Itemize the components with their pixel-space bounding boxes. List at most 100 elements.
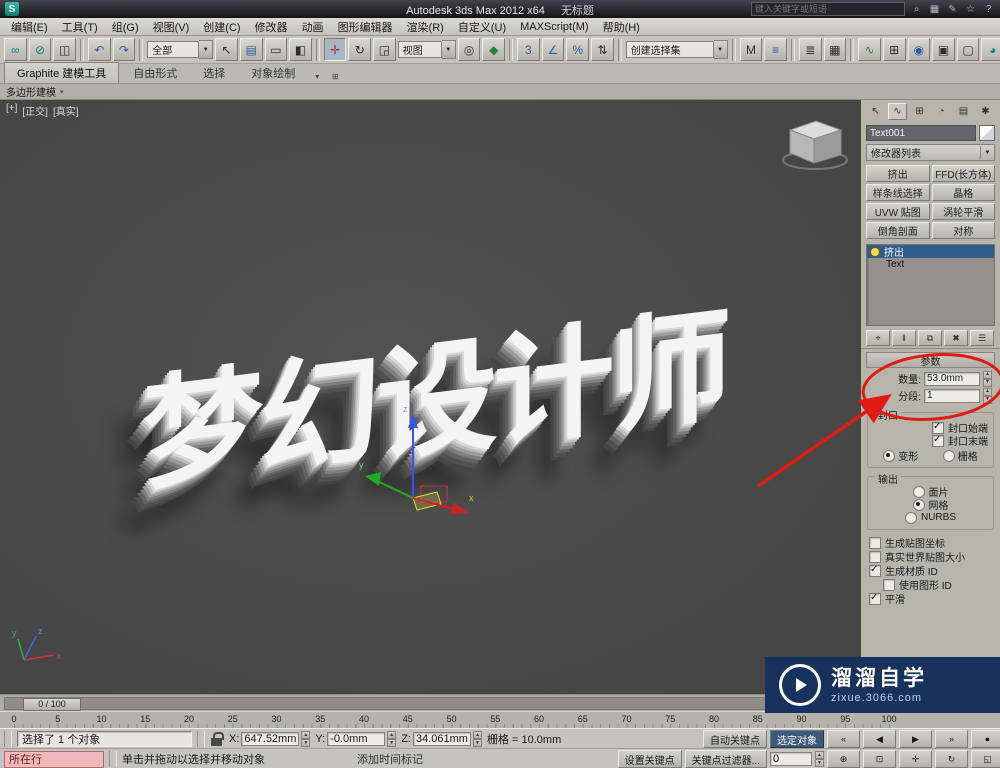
frame-back-icon[interactable]: ◀ xyxy=(863,730,896,748)
viewport-pov-menu[interactable]: [正交] xyxy=(22,103,48,118)
object-name-field[interactable]: Text001 xyxy=(866,125,976,141)
play-icon[interactable]: ▶ xyxy=(899,730,932,748)
modifier-button-extrude[interactable]: 挤出 xyxy=(866,165,930,182)
show-end-result-icon[interactable]: ‖ xyxy=(892,330,916,346)
layer-manager-icon[interactable]: ≣ xyxy=(799,38,822,61)
key-target-dropdown[interactable]: 选定对象 xyxy=(770,730,824,748)
next-key-icon[interactable]: » xyxy=(935,730,968,748)
chevron-down-icon[interactable]: ▾ xyxy=(60,88,64,96)
x-spinner[interactable]: ▲▼ xyxy=(301,731,310,747)
selection-lock-icon[interactable] xyxy=(210,731,224,747)
tab-hierarchy-icon[interactable]: ⊞ xyxy=(910,103,929,120)
tab-selection[interactable]: 选择 xyxy=(191,63,237,83)
zoom-icon[interactable]: ⊕ xyxy=(827,750,860,768)
tab-graphite-modeling[interactable]: Graphite 建模工具 xyxy=(4,62,119,83)
mirror-icon[interactable]: M xyxy=(740,38,763,61)
x-coordinate-field[interactable]: 647.52mm xyxy=(241,732,299,746)
key-filters-button[interactable]: 关键点过滤器... xyxy=(685,750,767,768)
menu-maxscript[interactable]: MAXScript(M) xyxy=(513,20,595,34)
unlink-selection-icon[interactable]: ⊘ xyxy=(29,38,52,61)
help-icon[interactable]: ? xyxy=(982,3,995,16)
select-and-link-icon[interactable]: ∞ xyxy=(4,38,27,61)
menu-views[interactable]: 视图(V) xyxy=(146,18,197,36)
key-mode-icon[interactable]: ● xyxy=(971,730,1000,748)
tab-motion-icon[interactable]: ◔ xyxy=(932,103,951,120)
modifier-button-uvw-map[interactable]: UVW 贴图 xyxy=(866,203,930,220)
modifier-button-bevel-profile[interactable]: 倒角剖面 xyxy=(866,222,930,239)
select-object-icon[interactable]: ↖ xyxy=(215,38,238,61)
tab-modify-icon[interactable]: ∿ xyxy=(888,103,907,120)
modifier-enabled-bulb-icon[interactable] xyxy=(870,247,880,257)
tab-object-paint[interactable]: 对象绘制 xyxy=(239,63,307,83)
viewport[interactable]: [+] [正交] [真实] 梦幻设计师 x y z x y z xyxy=(0,100,862,694)
chevron-down-icon[interactable]: ▼ xyxy=(199,40,213,59)
modifier-button-spline-select[interactable]: 样条线选择 xyxy=(866,184,930,201)
z-coordinate-field[interactable]: 34.061mm xyxy=(413,732,471,746)
menu-rendering[interactable]: 渲染(R) xyxy=(400,18,451,36)
redo-icon[interactable]: ↷ xyxy=(113,38,136,61)
viewport-general-menu[interactable]: [+] xyxy=(6,103,17,118)
selection-filter-dropdown[interactable]: 全部 ▼ xyxy=(147,41,213,58)
modifier-list-dropdown[interactable]: 修改器列表 ▼ xyxy=(866,144,995,161)
amount-field[interactable]: 53.0mm xyxy=(924,372,980,386)
set-key-button[interactable]: 设置关键点 xyxy=(618,750,682,768)
select-and-scale-icon[interactable]: ◲ xyxy=(373,38,396,61)
previous-key-icon[interactable]: « xyxy=(827,730,860,748)
generate-mapping-checkbox[interactable] xyxy=(869,537,881,549)
graphite-ribbon-toggle-icon[interactable]: ▦ xyxy=(824,38,847,61)
current-frame-spinner[interactable]: ▲▼ xyxy=(815,751,824,767)
window-crossing-icon[interactable]: ◧ xyxy=(289,38,312,61)
favorites-star-icon[interactable]: ☆ xyxy=(964,3,977,16)
z-spinner[interactable]: ▲▼ xyxy=(473,731,482,747)
nurbs-radio[interactable] xyxy=(905,512,917,524)
y-axis-arrow[interactable] xyxy=(365,472,381,486)
maxscript-mini-listener[interactable]: 所在行 xyxy=(4,751,104,768)
segments-spinner[interactable]: ▲▼ xyxy=(983,388,992,404)
search-icon[interactable]: ⌕ xyxy=(910,3,923,16)
remove-modifier-icon[interactable]: ✖ xyxy=(944,330,968,346)
patch-radio[interactable] xyxy=(913,486,925,498)
orbit-icon[interactable]: ↻ xyxy=(935,750,968,768)
cap-start-checkbox[interactable] xyxy=(932,422,944,434)
ribbon-config-icon[interactable]: ⊞ xyxy=(327,69,343,83)
segments-field[interactable]: 1 xyxy=(924,389,980,403)
menu-tools[interactable]: 工具(T) xyxy=(55,18,105,36)
modifier-stack[interactable]: 挤出 Text xyxy=(866,244,995,326)
communication-center-icon[interactable]: ▦ xyxy=(928,3,941,16)
menu-customize[interactable]: 自定义(U) xyxy=(451,18,513,36)
ribbon-minimize-icon[interactable]: ▾ xyxy=(309,69,325,83)
menu-graph-editors[interactable]: 图形编辑器 xyxy=(331,18,400,36)
modifier-button-lattice[interactable]: 晶格 xyxy=(932,184,996,201)
use-pivot-point-icon[interactable]: ◎ xyxy=(458,38,481,61)
percent-snap-icon[interactable]: % xyxy=(566,38,589,61)
named-selection-sets-dropdown[interactable]: 创建选择集 ▼ xyxy=(626,41,728,58)
real-world-map-checkbox[interactable] xyxy=(869,551,881,563)
maximize-viewport-icon[interactable]: ◱ xyxy=(971,750,1000,768)
generate-material-id-checkbox[interactable] xyxy=(869,565,881,577)
time-slider-handle[interactable]: 0 / 100 xyxy=(23,698,81,711)
tab-display-icon[interactable]: ▤ xyxy=(954,103,973,120)
modifier-button-ffd-box[interactable]: FFD(长方体) xyxy=(932,165,996,182)
menu-group[interactable]: 组(G) xyxy=(105,18,146,36)
y-coordinate-field[interactable]: -0.0mm xyxy=(327,732,385,746)
cap-end-checkbox[interactable] xyxy=(932,435,944,447)
select-and-manipulate-icon[interactable]: ◆ xyxy=(482,38,505,61)
pencil-icon[interactable]: ✎ xyxy=(946,3,959,16)
use-shape-id-checkbox[interactable] xyxy=(883,579,895,591)
make-unique-icon[interactable]: ⧉ xyxy=(918,330,942,346)
material-editor-icon[interactable]: ◉ xyxy=(908,38,931,61)
rectangular-selection-region-icon[interactable]: ▭ xyxy=(265,38,288,61)
help-search-input[interactable] xyxy=(751,2,905,16)
modifier-button-turbosmooth[interactable]: 涡轮平滑 xyxy=(932,203,996,220)
viewport-shading-menu[interactable]: [真实] xyxy=(53,103,79,118)
pin-stack-icon[interactable]: ⌖ xyxy=(866,330,890,346)
grid-radio[interactable] xyxy=(943,450,955,462)
object-color-swatch[interactable] xyxy=(979,125,995,141)
menu-create[interactable]: 创建(C) xyxy=(196,18,247,36)
chevron-down-icon[interactable]: ▼ xyxy=(714,40,728,59)
select-and-move-icon[interactable]: ✛ xyxy=(324,38,347,61)
modifier-button-symmetry[interactable]: 对称 xyxy=(932,222,996,239)
current-frame-field[interactable]: 0 xyxy=(770,752,812,766)
panel-polygon-modeling[interactable]: 多边形建模 xyxy=(6,84,56,99)
parameters-rollout-header[interactable]: 参数 xyxy=(866,352,995,368)
